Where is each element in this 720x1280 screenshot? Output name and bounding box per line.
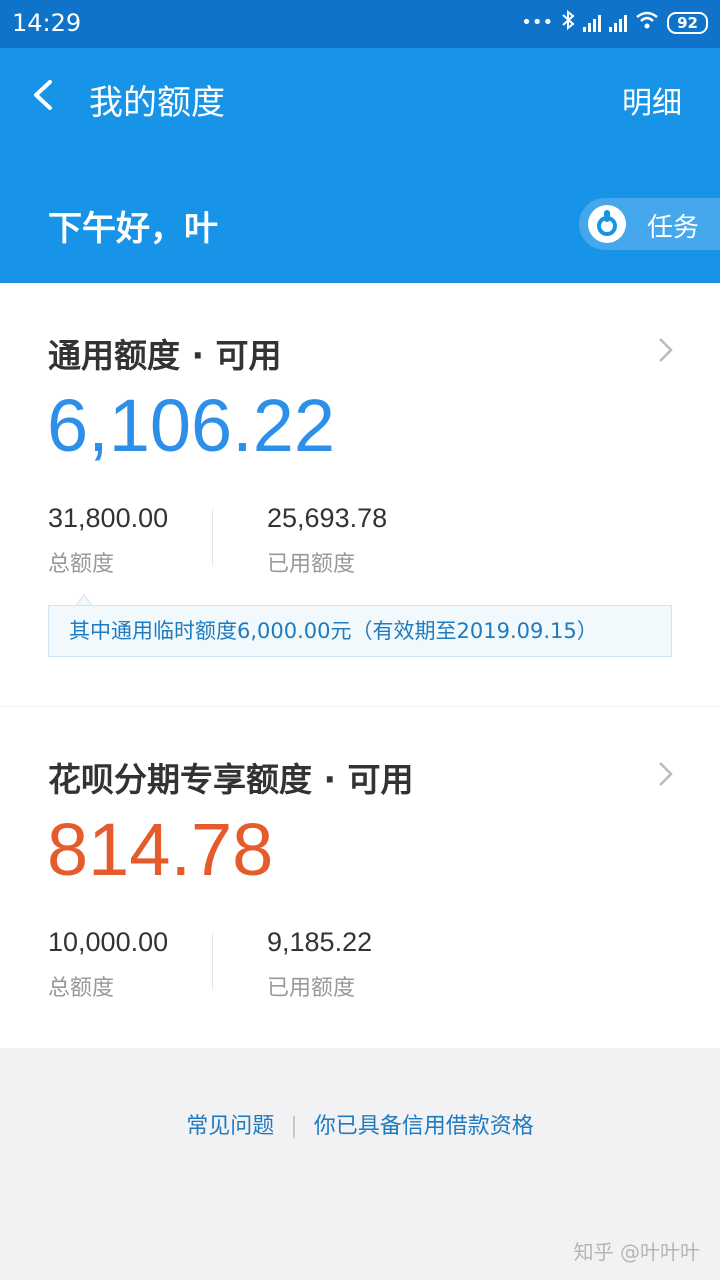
task-button[interactable]: 任务 xyxy=(579,198,720,250)
installment-used-value: 9,185.22 xyxy=(267,927,373,957)
divider xyxy=(212,933,213,989)
status-icons: ••• 92 xyxy=(521,9,708,35)
installment-total-label: 总额度 xyxy=(48,976,115,1001)
chevron-right-icon[interactable] xyxy=(652,337,678,363)
wifi-icon xyxy=(635,10,659,35)
general-used-label: 已用额度 xyxy=(267,552,356,577)
credit-eligibility-link[interactable]: 你已具备信用借款资格 xyxy=(314,1114,534,1139)
greeting-text: 下午好，叶 xyxy=(48,209,218,249)
bluetooth-icon xyxy=(561,9,575,35)
installment-used-label: 已用额度 xyxy=(267,976,356,1001)
general-quota-card[interactable]: 通用额度 · 可用 6,106.22 31,800.00 总额度 25,693.… xyxy=(0,283,720,706)
chevron-right-icon[interactable] xyxy=(652,761,678,787)
general-quota-title: 通用额度 · 可用 xyxy=(48,336,282,375)
installment-available-amount: 814.78 xyxy=(47,808,274,891)
temporary-quota-note: 其中通用临时额度6,000.00元（有效期至2019.09.15） xyxy=(48,605,672,657)
installment-quota-title: 花呗分期专享额度 · 可用 xyxy=(48,760,414,799)
installment-quota-card[interactable]: 花呗分期专享额度 · 可用 814.78 10,000.00 总额度 9,185… xyxy=(0,707,720,1048)
task-label: 任务 xyxy=(647,213,700,243)
battery-icon: 92 xyxy=(667,11,708,34)
signal-icon xyxy=(609,14,628,32)
general-available-amount: 6,106.22 xyxy=(47,384,336,467)
faq-link[interactable]: 常见问题 xyxy=(186,1114,274,1139)
installment-total-value: 10,000.00 xyxy=(48,927,169,957)
status-time: 14:29 xyxy=(12,9,82,37)
status-bar: 14:29 ••• 92 xyxy=(0,0,720,48)
general-total-label: 总额度 xyxy=(48,552,115,577)
footer-links: 常见问题 | 你已具备信用借款资格 xyxy=(0,1108,720,1140)
detail-button[interactable]: 明细 xyxy=(622,78,682,122)
divider xyxy=(212,509,213,565)
general-total-value: 31,800.00 xyxy=(48,503,169,533)
header: 我的额度 明细 下午好，叶 任务 xyxy=(0,48,720,283)
footer-separator: | xyxy=(290,1114,298,1139)
task-icon xyxy=(588,205,626,243)
page-title: 我的额度 xyxy=(89,83,225,123)
back-arrow-icon[interactable] xyxy=(28,78,62,112)
signal-icon xyxy=(583,14,602,32)
general-used-value: 25,693.78 xyxy=(267,503,388,533)
more-dots-icon: ••• xyxy=(521,12,554,33)
watermark: 知乎 @叶叶叶 xyxy=(573,1240,700,1264)
